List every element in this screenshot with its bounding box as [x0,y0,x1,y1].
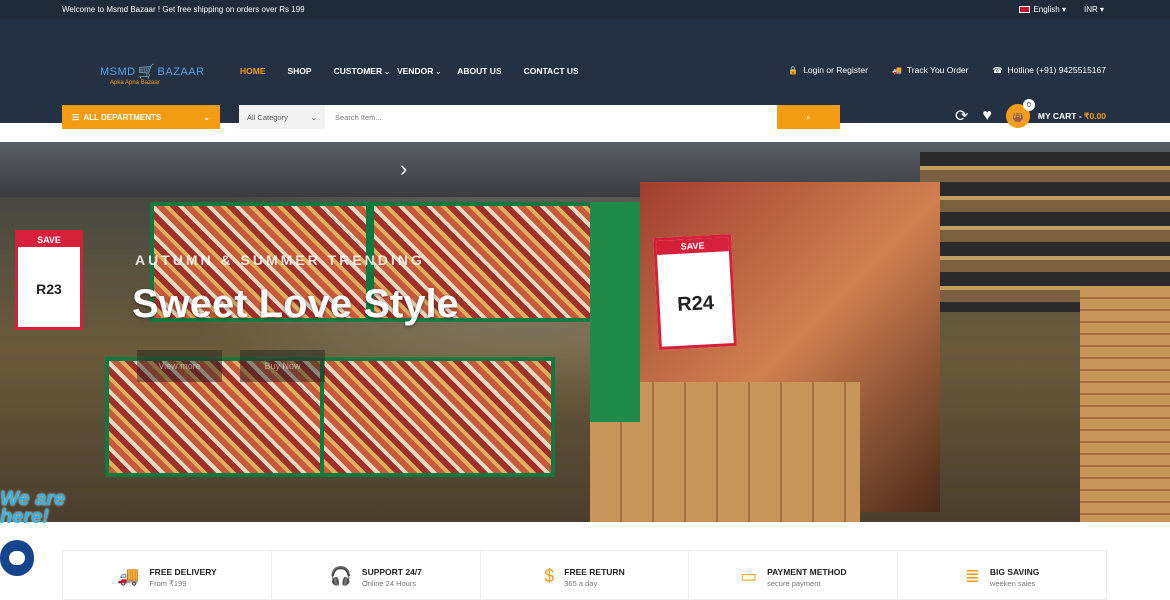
hotline[interactable]: ☎ Hotline (+91) 9425515167 [992,65,1106,75]
search-input[interactable]: Search Item... [325,105,777,129]
welcome-text: Welcome to Msmd Bazaar ! Get free shippi… [62,5,305,14]
compare-icon[interactable]: ⟳ [955,106,968,126]
card-icon: ▭ [740,566,758,586]
chat-badge[interactable]: We are here! [0,489,65,527]
top-bar: Welcome to Msmd Bazaar ! Get free shippi… [0,0,1170,19]
crate [320,357,555,477]
nav-shop[interactable]: SHOP [288,66,312,76]
cart-label: MY CART - [1037,110,1082,121]
my-cart-button[interactable]: 👜 0 MY CART - ₹0.00 [1005,99,1106,128]
phone-icon: ☎ [992,65,1003,75]
feature-free-return: $ FREE RETURN 365 a day [481,551,690,599]
track-order-link[interactable]: 🚚 Track You Order [892,65,969,75]
features-strip: 🚚 FREE DELIVERY From ₹199 🎧 SUPPORT 24/7 O… [62,550,1107,600]
site-header: MSMD 🛒 BAZAAR Apka Apna Bazaar HOME SHOP C… [0,19,1170,129]
feature-big-saving: ≣ BIG SAVING weeken sales [964,566,1040,588]
coins-stack-icon: ≣ [964,566,980,586]
price-sign: SAVE R24 [653,234,737,350]
main-nav: HOME SHOP CUSTOMER ⌄ VENDOR ⌄ ABOUT US CON… [240,66,579,76]
chevron-down-icon: ⌄ [384,69,390,76]
cart-area: ⟳ ♥ 👜 0 MY CART - ₹0.00 [955,99,1106,128]
site-logo[interactable]: MSMD 🛒 BAZAAR Apka Apna Bazaar [100,63,205,86]
all-departments-button[interactable]: ☰ ALL DEPARTMENTS ⌄ [62,105,220,129]
hero-banner: SAVE R23 SAVE R24 › AUTUMN & SUMMER TREN… [0,142,1170,522]
login-register-link[interactable]: 🔒 Login or Register [788,65,868,75]
nav-customer[interactable]: CUSTOMER ⌄ [334,66,390,76]
logo-tagline: Apka Apna Bazaar [110,80,160,86]
cart-count-badge: 0 [1022,99,1035,111]
view-more-button[interactable]: View more [137,350,222,382]
headset-icon: 🎧 [329,566,352,586]
chat-bubble-icon [9,551,25,565]
chevron-down-icon: ⌄ [203,112,210,122]
search-button[interactable]: ⌕ [777,105,840,129]
chevron-down-icon: ⌄ [310,112,317,122]
hero-title: Sweet Love Style [132,282,459,326]
wood-crates [1080,287,1170,522]
category-select[interactable]: All Category ⌄ [239,105,325,129]
search-icon: ⌕ [805,111,812,122]
truck-icon: 🚚 [891,65,902,75]
hero-eyebrow: AUTUMN & SUMMER TRENDING [135,252,425,268]
nav-home[interactable]: HOME [240,66,266,76]
feature-free-delivery: 🚚 FREE DELIVERY From ₹199 [63,551,272,599]
coin-icon: $ [544,566,555,586]
header-utilities: 🔒 Login or Register 🚚 Track You Order ☎ Hot… [788,65,1106,75]
chat-button[interactable] [0,540,34,576]
language-selector[interactable]: English ▾ [1019,5,1066,14]
nav-contact-us[interactable]: CONTACT US [524,66,579,76]
price-sign: SAVE R23 [15,230,83,330]
buy-now-button[interactable]: Buy Now [240,350,325,382]
search-bar: All Category ⌄ Search Item... ⌕ [239,105,840,129]
bag-icon: 👜 0 [1005,99,1035,128]
chevron-right-icon[interactable]: › [400,156,407,182]
feature-support: 🎧 SUPPORT 24/7 Online 24 Hours [272,551,481,599]
green-panel [590,202,640,422]
truck-icon: 🚚 [117,566,140,586]
nav-vendor[interactable]: VENDOR ⌄ [397,66,441,76]
feature-payment-method: ▭ PAYMENT METHOD secure payment [689,551,899,599]
uk-flag-icon [1019,6,1031,14]
chevron-down-icon: ⌄ [435,69,442,76]
heart-icon[interactable]: ♥ [982,107,992,125]
cart-logo-icon: 🛒 [137,63,156,79]
lock-icon: 🔒 [788,65,799,75]
hero-buttons: View more Buy Now [137,350,325,382]
menu-icon: ☰ [72,112,80,122]
currency-selector[interactable]: INR ▾ [1084,5,1104,14]
cart-amount: ₹0.00 [1084,110,1106,121]
nav-about-us[interactable]: ABOUT US [457,66,501,76]
